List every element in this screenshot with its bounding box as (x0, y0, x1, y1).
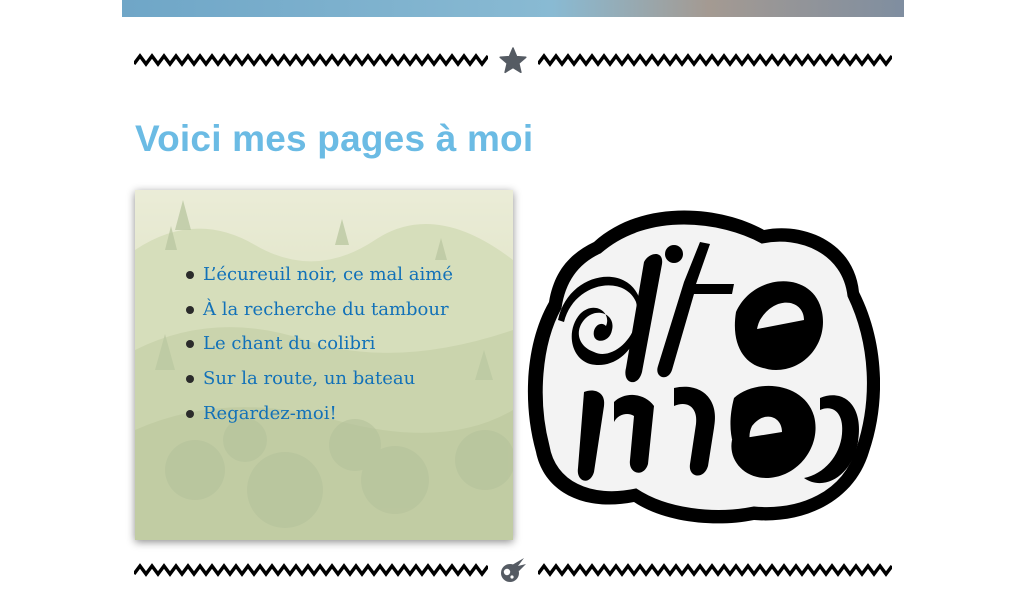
star-icon (499, 47, 527, 74)
list-item: L’écureuil noir, ce mal aimé (186, 264, 453, 299)
list-item: Regardez-moi! (186, 403, 453, 438)
bullet-icon (186, 305, 194, 314)
list-item: Le chant du colibri (186, 333, 453, 368)
zigzag-line-left (134, 53, 488, 67)
bullet-icon (186, 409, 194, 418)
link-ecureuil-noir[interactable]: L’écureuil noir, ce mal aimé (203, 264, 453, 285)
list-item: À la recherche du tambour (186, 299, 453, 334)
bullet-icon (186, 271, 194, 279)
gite-web-ambigram-logo (527, 210, 880, 524)
zigzag-line-right (538, 564, 892, 576)
list-item: Sur la route, un bateau (186, 368, 453, 403)
link-route-bateau[interactable]: Sur la route, un bateau (203, 368, 415, 389)
comet-icon (501, 558, 526, 582)
hero-banner-image (122, 0, 904, 17)
section-divider-top (134, 46, 892, 76)
page-title: Voici mes pages à moi (135, 118, 534, 159)
zigzag-line-left (134, 564, 488, 576)
zigzag-line-right (538, 54, 892, 66)
links-card: L’écureuil noir, ce mal aimé À la recher… (135, 190, 513, 540)
bullet-icon (186, 375, 194, 384)
link-recherche-tambour[interactable]: À la recherche du tambour (203, 299, 449, 320)
pages-link-list: L’écureuil noir, ce mal aimé À la recher… (135, 264, 453, 437)
bullet-icon (186, 340, 194, 349)
section-divider-bottom (134, 556, 892, 586)
link-chant-colibri[interactable]: Le chant du colibri (203, 333, 375, 354)
link-regardez-moi[interactable]: Regardez-moi! (203, 403, 337, 424)
